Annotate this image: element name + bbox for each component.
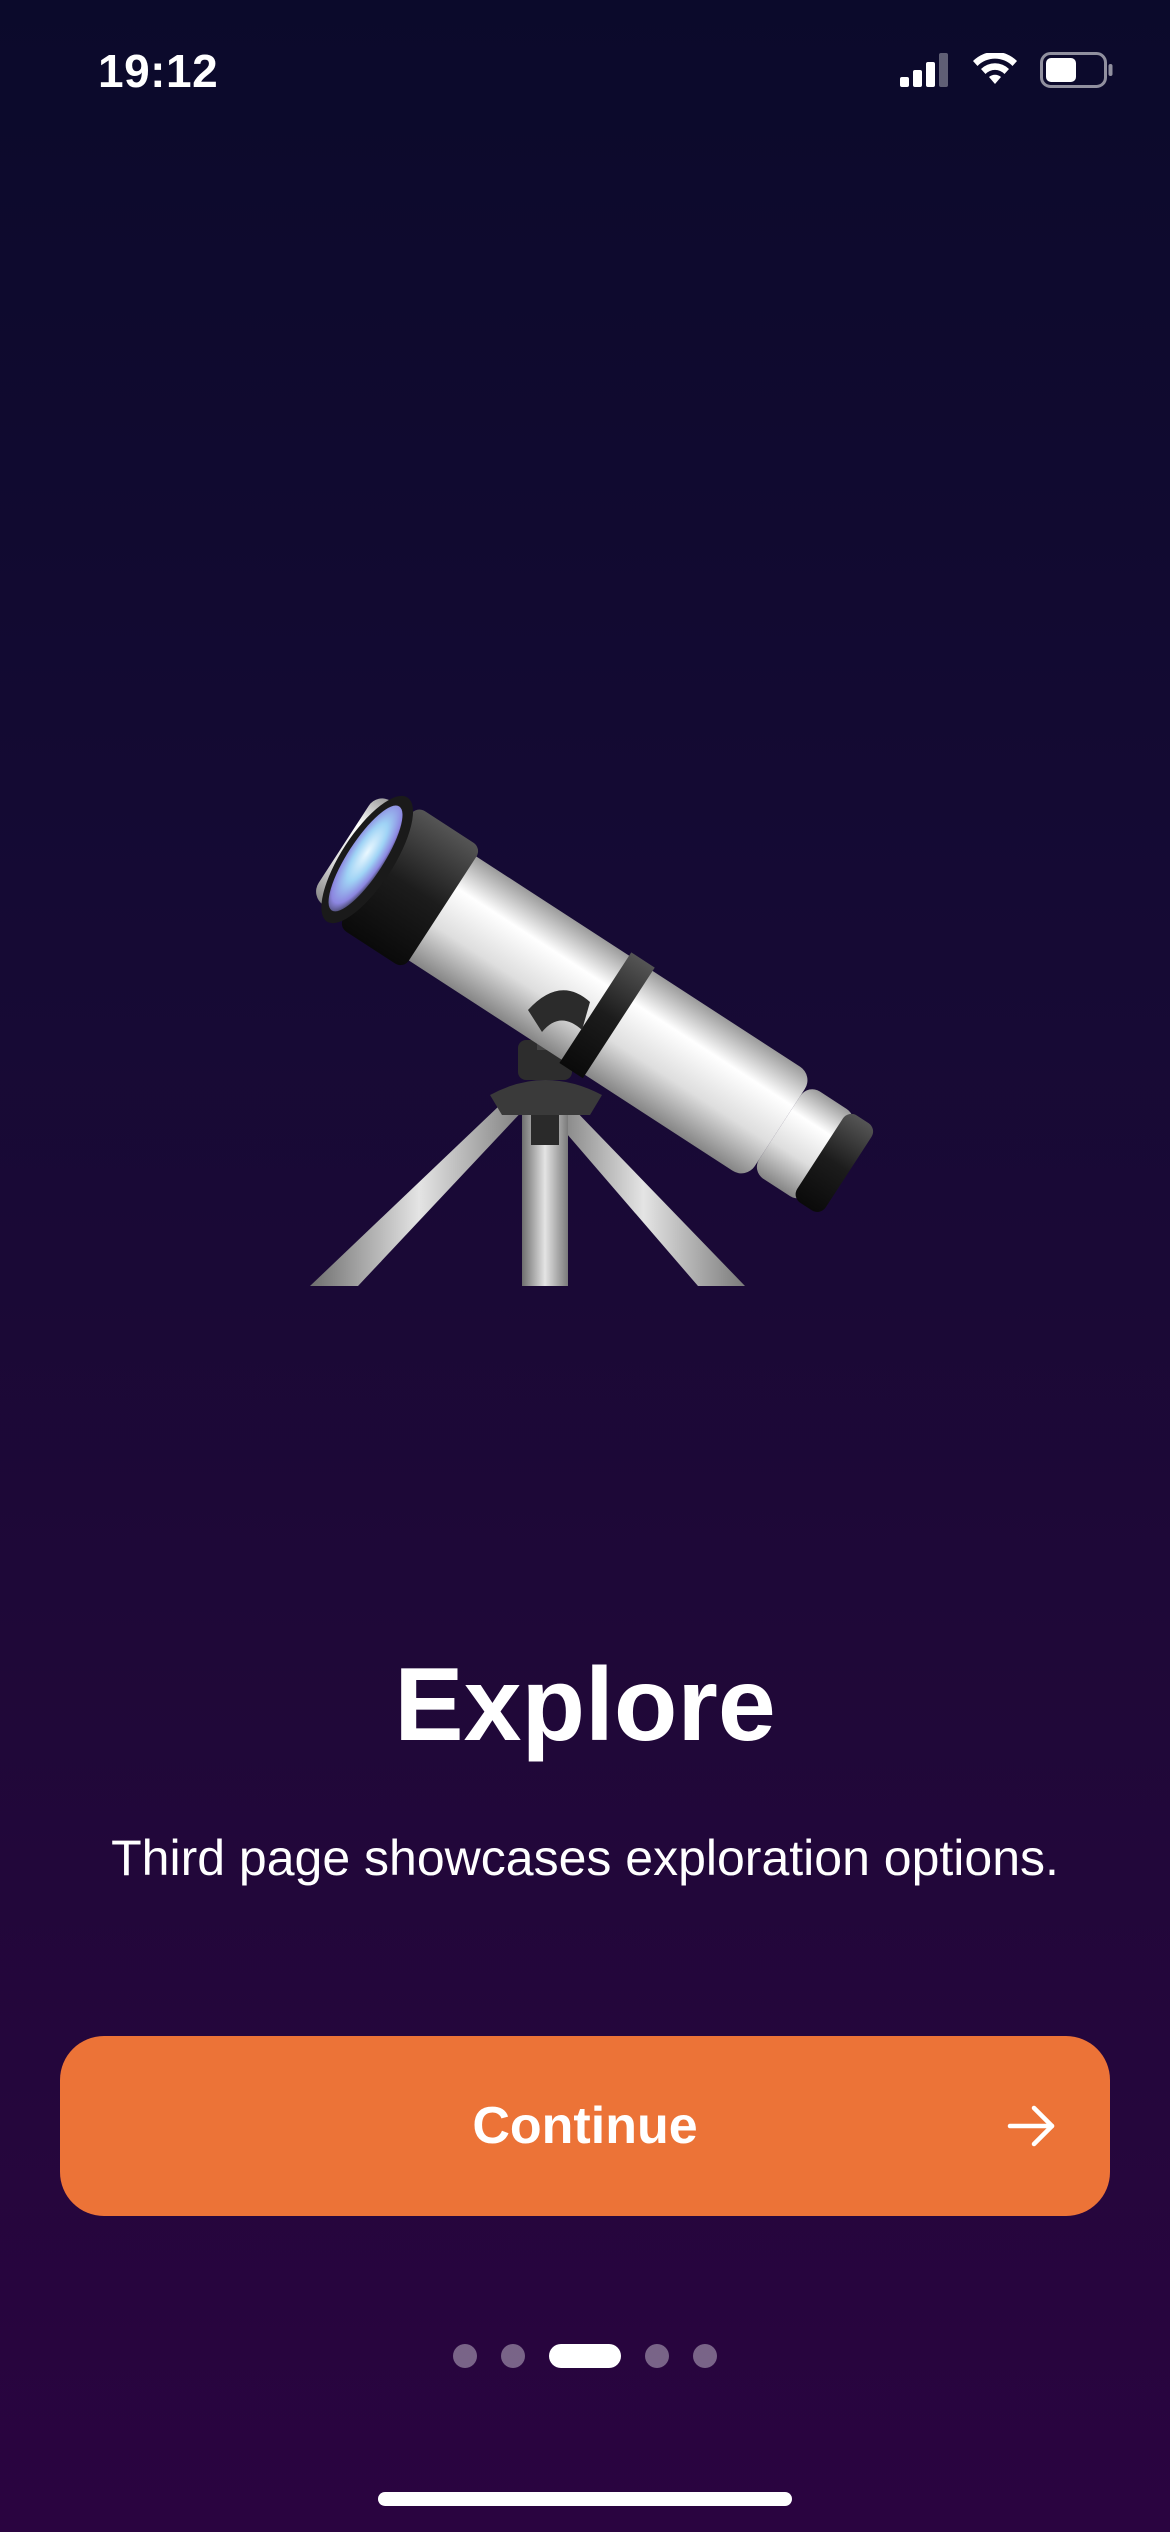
continue-button[interactable]: Continue [60, 2036, 1110, 2216]
page-dot-active[interactable] [549, 2344, 621, 2368]
status-icons [900, 52, 1114, 88]
page-dot[interactable] [645, 2344, 669, 2368]
page-dot[interactable] [501, 2344, 525, 2368]
status-time: 19:12 [98, 45, 219, 97]
continue-button-label: Continue [472, 2097, 698, 2155]
page-subtitle: Third page showcases exploration options… [111, 1830, 1059, 1886]
arrow-right-icon [1007, 2105, 1055, 2147]
hero-illustration [290, 710, 890, 1290]
page-title: Explore [394, 1647, 776, 1763]
cellular-signal-icon [900, 53, 948, 87]
page-indicator[interactable] [0, 2344, 1170, 2368]
status-bar: 19:12 [0, 0, 1170, 150]
page-dot[interactable] [453, 2344, 477, 2368]
telescope-icon [310, 795, 874, 1286]
home-indicator [378, 2492, 792, 2506]
page-dot[interactable] [693, 2344, 717, 2368]
wifi-icon [973, 53, 1017, 84]
battery-icon [1040, 52, 1113, 88]
